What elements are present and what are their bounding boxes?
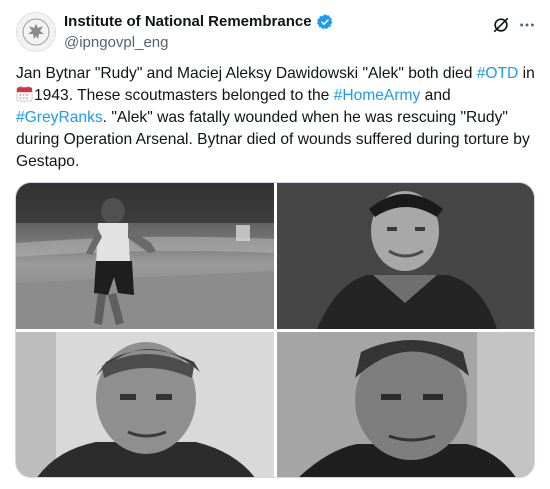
tweet-text: Jan Bytnar "Rudy" and Maciej Aleksy Dawi… — [16, 63, 538, 173]
grok-icon — [493, 17, 509, 33]
eagle-emblem-icon — [22, 18, 50, 46]
hashtag-homearmy[interactable]: #HomeArmy — [334, 87, 421, 104]
author-name-row: Institute of National Remembrance — [64, 12, 334, 32]
calendar-emoji — [16, 86, 33, 102]
media-grid — [15, 182, 535, 478]
tweet-text-part: 1943. These scoutmasters belonged to the — [34, 87, 334, 104]
photo-scout-uniform-portrait[interactable] — [277, 183, 534, 329]
photo-running-athlete[interactable] — [16, 183, 274, 329]
display-name[interactable]: Institute of National Remembrance — [64, 12, 312, 32]
more-options-button[interactable] — [516, 14, 538, 36]
tweet-text-part: Jan Bytnar "Rudy" and Maciej Aleksy Dawi… — [16, 65, 477, 82]
avatar[interactable] — [16, 12, 56, 52]
more-options-icon — [520, 23, 534, 27]
hashtag-greyranks[interactable]: #GreyRanks — [16, 109, 103, 126]
tweet-text-part: and — [420, 87, 451, 104]
verified-badge-icon[interactable] — [316, 13, 334, 31]
tweet-card: Institute of National Remembrance @ipngo… — [0, 0, 550, 489]
grok-button[interactable] — [490, 14, 512, 36]
tweet-text-part: in — [518, 65, 535, 82]
hashtag-otd[interactable]: #OTD — [477, 65, 519, 82]
handle[interactable]: @ipngovpl_eng — [64, 33, 168, 53]
photo-young-man-portrait[interactable] — [16, 332, 274, 477]
photo-man-portrait[interactable] — [277, 332, 534, 477]
